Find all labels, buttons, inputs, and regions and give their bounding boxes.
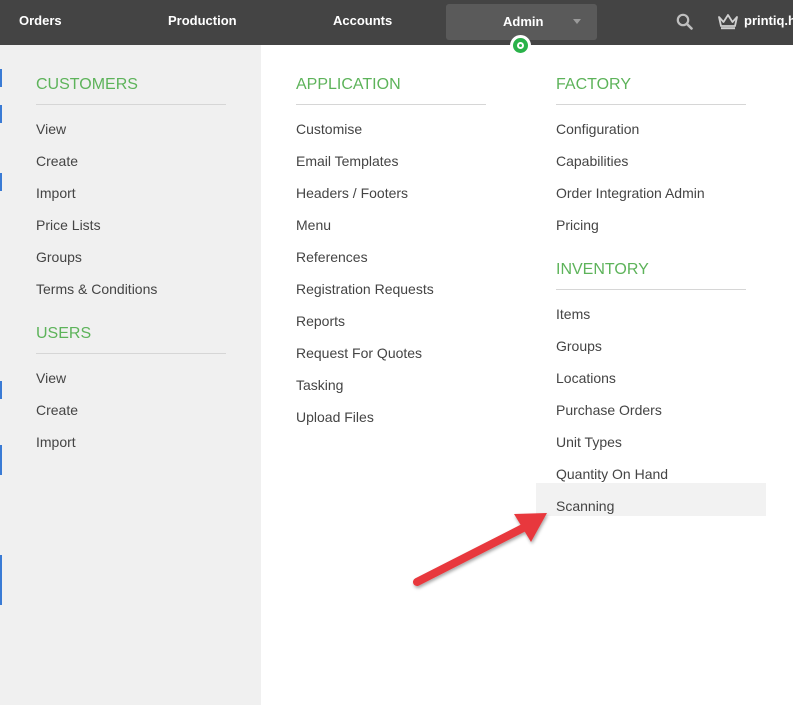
section-title-factory: FACTORY: [556, 74, 746, 105]
menu-item-terms-conditions[interactable]: Terms & Conditions: [36, 273, 226, 305]
menu-item-scanning[interactable]: Scanning: [556, 490, 746, 522]
menu-item-unit-types[interactable]: Unit Types: [556, 426, 746, 458]
menu-item-customer-groups[interactable]: Groups: [36, 241, 226, 273]
nav-orders[interactable]: Orders: [19, 0, 62, 42]
menu-item-inventory-groups[interactable]: Groups: [556, 330, 746, 362]
menu-item-email-templates[interactable]: Email Templates: [296, 145, 486, 177]
menu-column-customers: CUSTOMERS View Create Import Price Lists…: [36, 74, 226, 458]
search-icon[interactable]: [676, 13, 693, 30]
section-title-application: APPLICATION: [296, 74, 486, 105]
edge-marker: [0, 105, 2, 123]
menu-item-references[interactable]: References: [296, 241, 486, 273]
menu-item-customers-create[interactable]: Create: [36, 145, 226, 177]
section-title-users: USERS: [36, 323, 226, 354]
menu-item-users-create[interactable]: Create: [36, 394, 226, 426]
nav-production[interactable]: Production: [168, 0, 237, 42]
edge-marker: [0, 69, 2, 87]
menu-item-order-integration-admin[interactable]: Order Integration Admin: [556, 177, 746, 209]
menu-item-pricing[interactable]: Pricing: [556, 209, 746, 241]
menu-item-users-view[interactable]: View: [36, 362, 226, 394]
crown-icon: [718, 14, 738, 30]
menu-item-inventory-items[interactable]: Items: [556, 298, 746, 330]
menu-column-application: APPLICATION Customise Email Templates He…: [296, 74, 486, 433]
menu-item-customers-import[interactable]: Import: [36, 177, 226, 209]
nav-admin-label: Admin: [503, 14, 544, 29]
top-nav-bar: Orders Production Accounts Admin printiq…: [0, 0, 793, 45]
menu-item-purchase-orders[interactable]: Purchase Orders: [556, 394, 746, 426]
menu-item-price-lists[interactable]: Price Lists: [36, 209, 226, 241]
active-indicator-icon: [510, 35, 531, 56]
menu-item-upload-files[interactable]: Upload Files: [296, 401, 486, 433]
menu-item-reports[interactable]: Reports: [296, 305, 486, 337]
edge-marker: [0, 173, 2, 191]
menu-item-menu[interactable]: Menu: [296, 209, 486, 241]
menu-item-tasking[interactable]: Tasking: [296, 369, 486, 401]
menu-item-users-import[interactable]: Import: [36, 426, 226, 458]
edge-marker: [0, 381, 2, 399]
edge-marker: [0, 445, 2, 475]
menu-item-registration-requests[interactable]: Registration Requests: [296, 273, 486, 305]
menu-column-factory: FACTORY Configuration Capabilities Order…: [556, 74, 746, 522]
menu-item-quantity-on-hand[interactable]: Quantity On Hand: [556, 458, 746, 490]
menu-item-capabilities[interactable]: Capabilities: [556, 145, 746, 177]
section-title-inventory: INVENTORY: [556, 259, 746, 290]
menu-item-headers-footers[interactable]: Headers / Footers: [296, 177, 486, 209]
chevron-down-icon: [573, 19, 581, 24]
menu-item-request-for-quotes[interactable]: Request For Quotes: [296, 337, 486, 369]
annotation-arrow-icon: [413, 513, 547, 586]
edge-marker: [0, 555, 2, 605]
nav-accounts[interactable]: Accounts: [333, 0, 392, 42]
menu-item-configuration[interactable]: Configuration: [556, 113, 746, 145]
menu-item-customise[interactable]: Customise: [296, 113, 486, 145]
tenant-name[interactable]: printiq.hc: [744, 0, 793, 42]
menu-item-customers-view[interactable]: View: [36, 113, 226, 145]
section-title-customers: CUSTOMERS: [36, 74, 226, 105]
menu-item-locations[interactable]: Locations: [556, 362, 746, 394]
